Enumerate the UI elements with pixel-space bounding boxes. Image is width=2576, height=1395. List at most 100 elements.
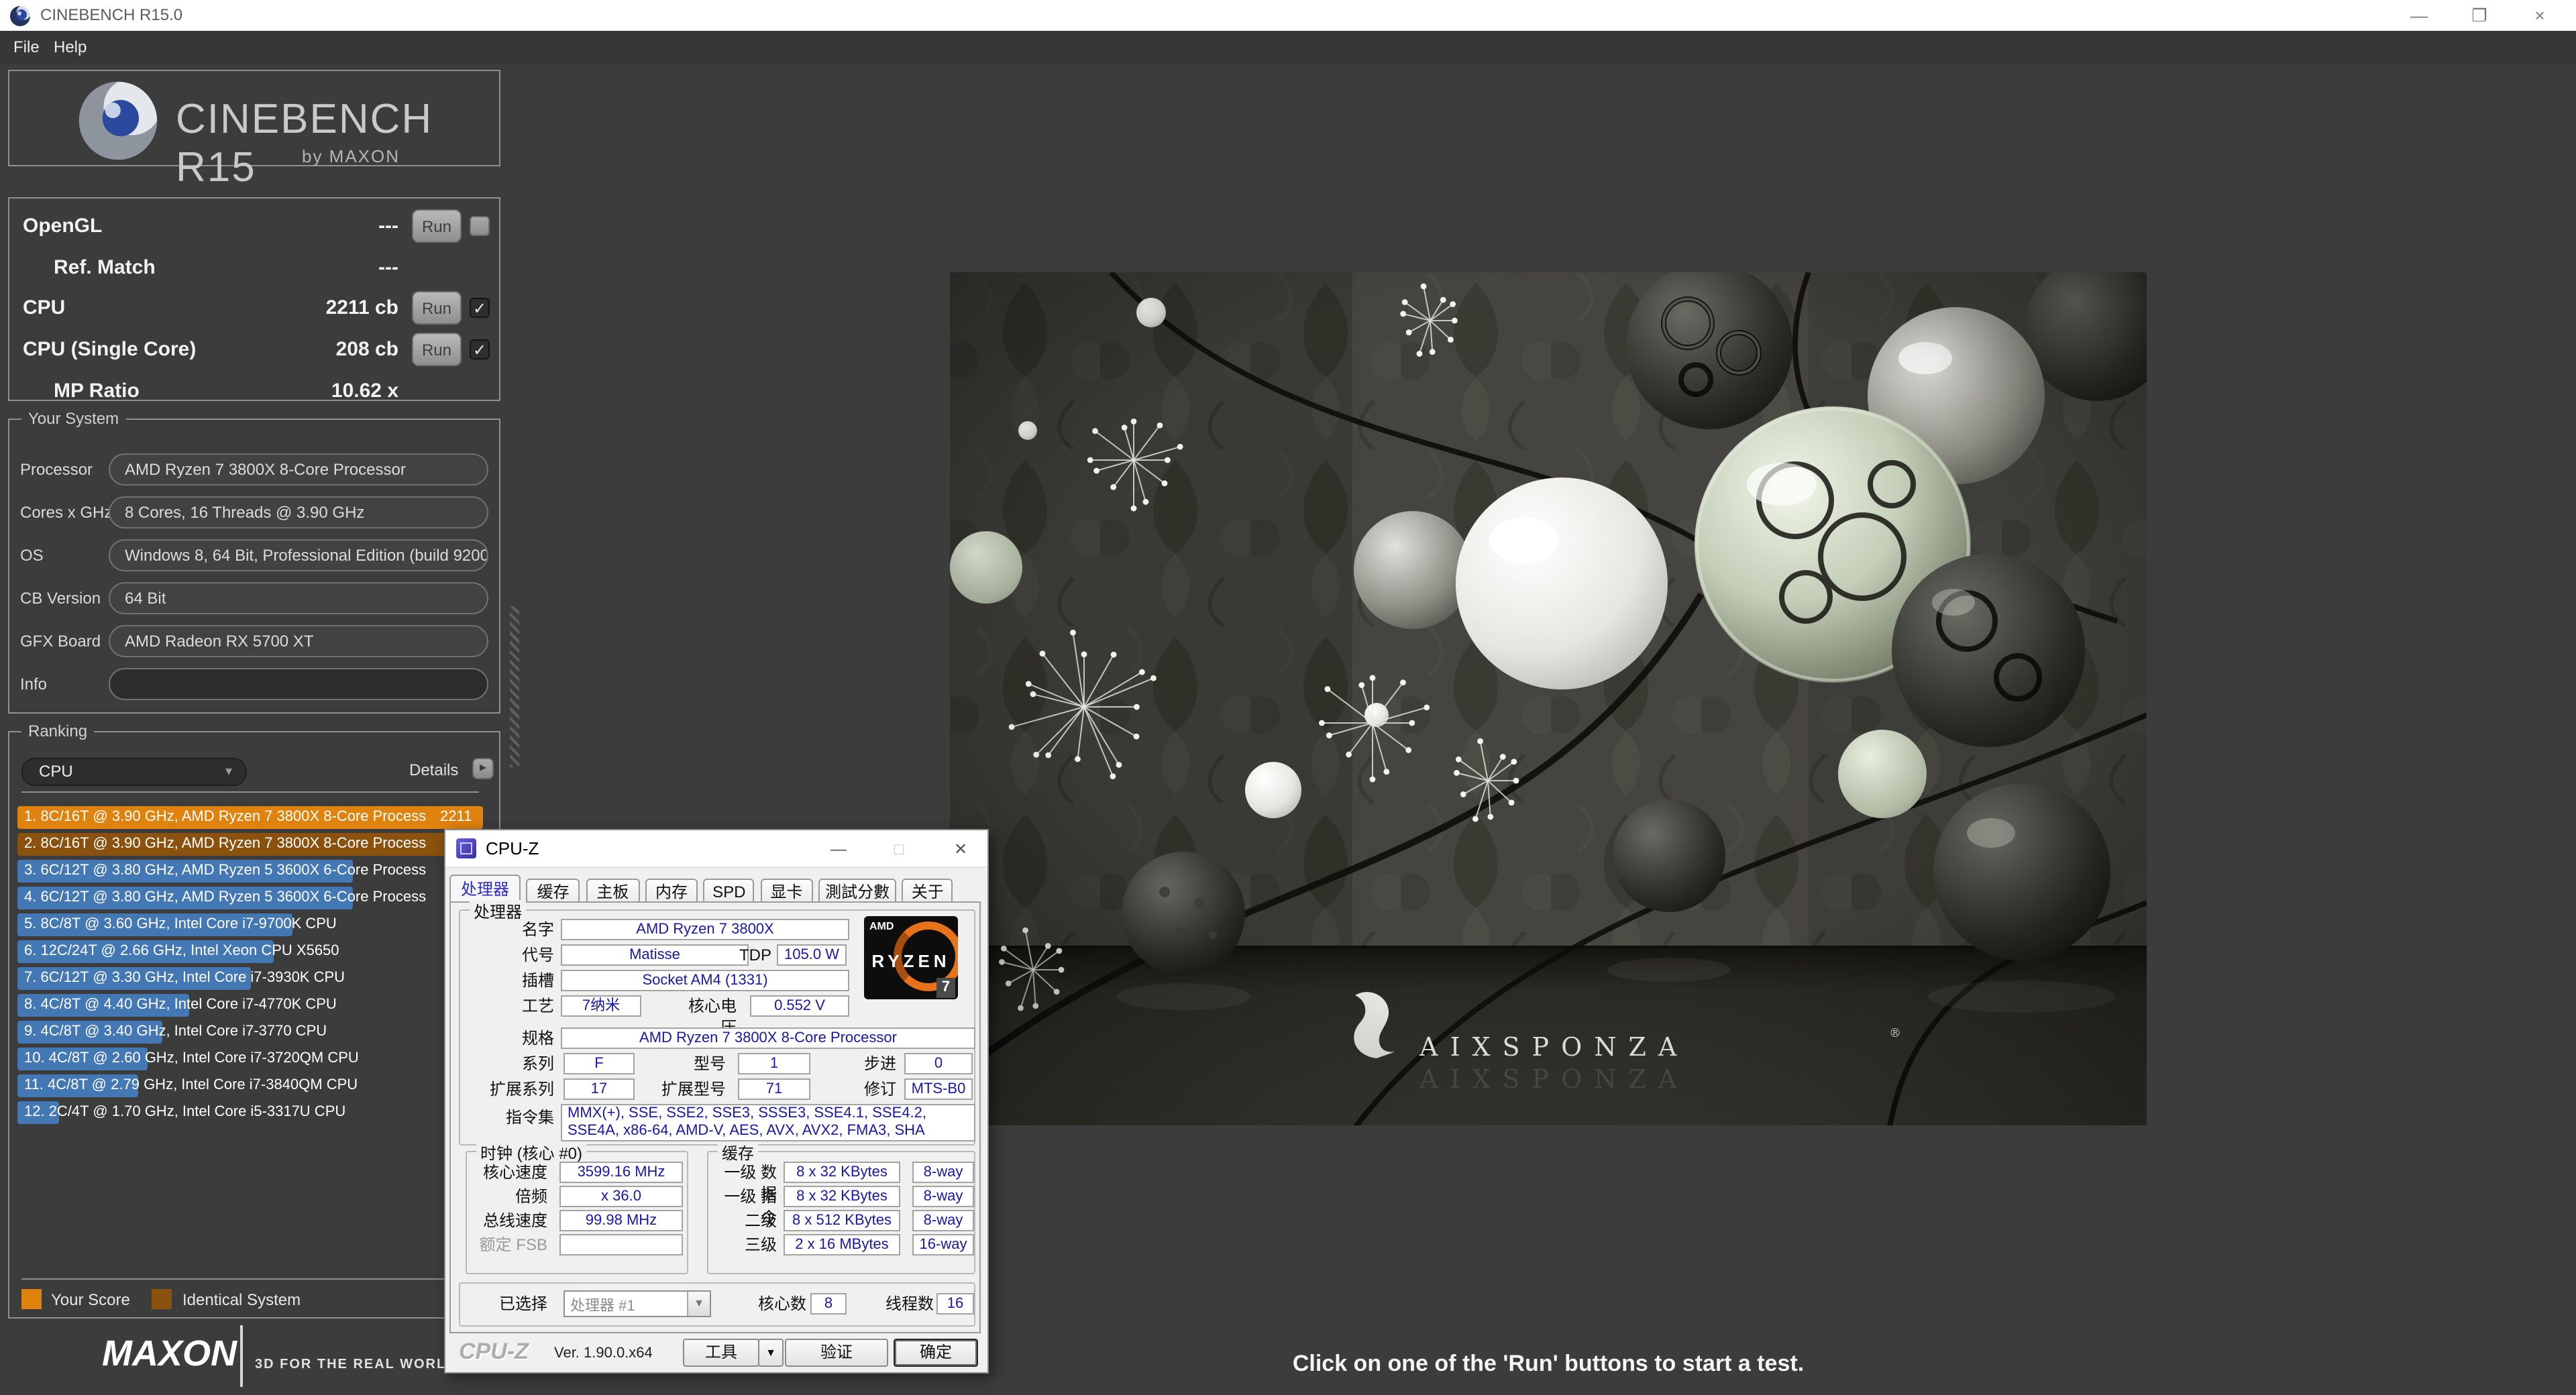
panel-splitter-grip[interactable] [510,606,519,767]
rank-row-3[interactable]: 3. 6C/12T @ 3.80 GHz, AMD Ryzen 5 3600X … [17,858,483,885]
ext-family-field: 17 [564,1078,635,1100]
logo-title: CINEBENCH R15 [176,95,499,192]
multiplier-label: 倍频 [459,1186,547,1207]
restore-button[interactable]: ❐ [2450,0,2509,31]
legend-your-score-swatch [21,1289,42,1309]
cores-field: 8 [810,1293,847,1315]
cpu-run-button[interactable]: Run [412,291,462,325]
details-button[interactable]: ▸ [472,758,494,779]
tab-about[interactable]: 关于 [902,879,953,903]
core-speed-field: 3599.16 MHz [559,1162,683,1183]
rank-row-9[interactable]: 9. 4C/8T @ 3.40 GHz, Intel Core i7-3770 … [17,1019,483,1046]
tab-spd[interactable]: SPD [704,879,755,903]
tools-dropdown-button[interactable]: ▼ [758,1339,784,1367]
scores-panel: OpenGL --- Run Ref. Match --- CPU 2211 c… [8,197,500,401]
opengl-value: --- [378,215,398,237]
cinebench-logo-icon [76,79,160,162]
menu-help[interactable]: Help [46,31,95,63]
score-row-ref-match: Ref. Match --- [9,251,499,286]
score-row-cpu: CPU 2211 cb Run ✓ [9,291,499,326]
spec-field: AMD Ryzen 7 3800X 8-Core Processor [561,1027,975,1049]
minimize-button[interactable]: — [2390,0,2449,31]
info-field[interactable] [109,668,488,700]
maxon-tagline: 3D FOR THE REAL WORLD [255,1357,458,1372]
cpu-label: CPU [23,296,65,319]
l3-way-field: 16-way [912,1234,974,1256]
processor-select[interactable]: 处理器 #1 ▼ [564,1290,711,1317]
rated-fsb-label: 额定 FSB [459,1234,547,1256]
tdp-field: 105.0 W [777,944,847,966]
cpu-single-run-button[interactable]: Run [412,333,462,366]
info-label: Info [20,668,47,700]
codename-field: Matisse [561,944,749,966]
rank-row-2[interactable]: 2. 8C/16T @ 3.90 GHz, AMD Ryzen 7 3800X … [17,832,483,858]
tab-processor[interactable]: 处理器 [449,875,521,903]
cpu-checkbox[interactable]: ✓ [470,298,490,318]
chevron-down-icon: ▾ [225,759,232,785]
cpu-single-label: CPU (Single Core) [23,338,196,361]
tab-mainboard[interactable]: 主板 [586,879,639,903]
score-row-opengl: OpenGL --- Run [9,209,499,244]
l1-inst-label: 一级 指令 [711,1186,777,1207]
opengl-check-indicator[interactable] [470,216,490,236]
maxon-divider [240,1325,243,1387]
cpuz-minimize-button[interactable]: — [828,838,849,860]
rank-row-6[interactable]: 6. 12C/24T @ 2.66 GHz, Intel Xeon CPU X5… [17,939,483,966]
rank-row-7[interactable]: 7. 6C/12T @ 3.30 GHz, Intel Core i7-3930… [17,966,483,993]
ranking-filter-value: CPU [39,762,73,781]
cores-ghz-field: 8 Cores, 16 Threads @ 3.90 GHz [109,496,488,528]
logo-panel: CINEBENCH R15 by MAXON [8,70,500,166]
tdp-label: TDP [739,944,771,966]
validate-button[interactable]: 验证 [785,1339,888,1367]
menu-file[interactable]: File [5,31,48,63]
name-label: 名字 [456,919,554,940]
ext-model-label: 扩展型号 [660,1078,726,1100]
opengl-run-button[interactable]: Run [412,209,462,243]
cpu-single-checkbox[interactable]: ✓ [470,339,490,359]
rank-row-4[interactable]: 4. 6C/12T @ 3.80 GHz, AMD Ryzen 5 3600X … [17,885,483,912]
l2-label: 二级 [711,1210,777,1231]
cpuz-window: CPU-Z — □ ✕ 处理器 缓存 主板 内存 SPD 显卡 測試分數 关于 … [444,829,989,1374]
ref-match-value: --- [378,256,398,279]
ranking-title: Ranking [21,722,94,740]
legend-identical-system-swatch [152,1289,172,1309]
l1-data-field: 8 x 32 KBytes [784,1162,900,1183]
tools-button[interactable]: 工具 [683,1339,759,1367]
gfx-board-label: GFX Board [20,625,101,657]
rated-fsb-field [559,1234,683,1256]
tab-bench[interactable]: 測試分數 [818,879,896,903]
rank-row-11[interactable]: 11. 4C/8T @ 2.79 GHz, Intel Core i7-3840… [17,1073,483,1100]
title-bar: CINEBENCH R15.0 — ❐ × [0,0,2576,31]
voltage-label: 核心电压 [676,995,737,1017]
logo-subtitle: by MAXON [302,146,400,166]
cpu-single-value: 208 cb [336,338,398,361]
l1-inst-way-field: 8-way [912,1186,974,1207]
rank-row-8[interactable]: 8. 4C/8T @ 4.40 GHz, Intel Core i7-4770K… [17,993,483,1019]
score-row-mp-ratio: MP Ratio 10.62 x [9,374,499,409]
render-preview-image: AIXSPONZA ® AIXSPONZA [950,272,2147,1125]
cinebench-app-icon [9,5,31,27]
ok-button[interactable]: 确定 [894,1339,978,1367]
tab-caches[interactable]: 缓存 [527,879,580,903]
l1-inst-field: 8 x 32 KBytes [784,1186,900,1207]
ranking-filter-dropdown[interactable]: CPU ▾ [21,758,247,786]
technology-label: 工艺 [456,995,554,1017]
rank-row-5[interactable]: 5. 8C/8T @ 3.60 GHz, Intel Core i7-9700K… [17,912,483,939]
cores-ghz-label: Cores x GHz [20,496,112,528]
cpuz-close-button[interactable]: ✕ [950,838,971,860]
rank-row-10[interactable]: 10. 4C/8T @ 2.60 GHz, Intel Core i7-3720… [17,1046,483,1073]
cpuz-version: Ver. 1.90.0.x64 [554,1345,653,1361]
rank-row-12[interactable]: 12. 2C/4T @ 1.70 GHz, Intel Core i5-3317… [17,1100,483,1127]
codename-label: 代号 [456,944,554,966]
rank-row-1[interactable]: 1. 8C/16T @ 3.90 GHz, AMD Ryzen 7 3800X … [17,805,483,832]
tab-graphics[interactable]: 显卡 [760,879,812,903]
name-field: AMD Ryzen 7 3800X [561,919,849,940]
mp-ratio-label: MP Ratio [54,380,140,402]
cb-version-label: CB Version [20,582,101,614]
core-speed-label: 核心速度 [459,1162,547,1183]
cpu-value: 2211 cb [326,296,398,319]
cpuz-app-icon [456,838,476,858]
bus-speed-field: 99.98 MHz [559,1210,683,1231]
tab-memory[interactable]: 内存 [645,879,698,903]
close-button[interactable]: × [2510,0,2569,31]
